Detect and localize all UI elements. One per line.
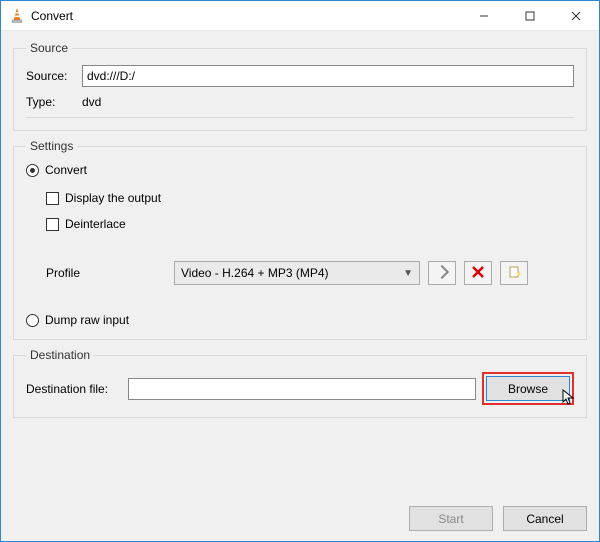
highlight-box: Browse	[482, 372, 574, 405]
new-file-icon	[507, 265, 521, 282]
destination-file-input[interactable]	[128, 378, 476, 400]
settings-legend: Settings	[26, 139, 77, 153]
type-value: dvd	[82, 95, 101, 109]
settings-group: Settings Convert Display the output Dein…	[13, 139, 587, 340]
convert-dialog: Convert Source Source: Type: dvd	[0, 0, 600, 542]
window-title: Convert	[31, 9, 461, 23]
window-buttons	[461, 1, 599, 30]
new-profile-button[interactable]	[500, 261, 528, 285]
radio-icon	[26, 314, 39, 327]
start-button[interactable]: Start	[409, 506, 493, 531]
source-label: Source:	[26, 69, 76, 83]
convert-radio[interactable]: Convert	[26, 163, 574, 177]
deinterlace-label: Deinterlace	[65, 217, 126, 231]
delete-icon	[472, 266, 484, 281]
dump-raw-radio[interactable]: Dump raw input	[26, 313, 574, 327]
profile-value: Video - H.264 + MP3 (MP4)	[181, 266, 329, 280]
edit-profile-button[interactable]	[428, 261, 456, 285]
footer-buttons: Start Cancel	[1, 502, 599, 541]
cancel-button[interactable]: Cancel	[503, 506, 587, 531]
deinterlace-checkbox[interactable]: Deinterlace	[46, 217, 574, 231]
chevron-down-icon: ▼	[403, 268, 413, 279]
display-output-checkbox[interactable]: Display the output	[46, 191, 574, 205]
dump-raw-label: Dump raw input	[45, 313, 129, 327]
close-button[interactable]	[553, 1, 599, 30]
delete-profile-button[interactable]	[464, 261, 492, 285]
divider	[26, 117, 574, 118]
destination-group: Destination Destination file: Browse	[13, 348, 587, 418]
profile-label: Profile	[46, 266, 166, 280]
type-label: Type:	[26, 95, 76, 109]
profile-select[interactable]: Video - H.264 + MP3 (MP4) ▼	[174, 261, 420, 285]
destination-legend: Destination	[26, 348, 94, 362]
vlc-icon	[9, 8, 25, 24]
source-legend: Source	[26, 41, 72, 55]
minimize-button[interactable]	[461, 1, 507, 30]
destination-file-label: Destination file:	[26, 382, 122, 396]
source-group: Source Source: Type: dvd	[13, 41, 587, 131]
display-output-label: Display the output	[65, 191, 161, 205]
browse-button[interactable]: Browse	[486, 376, 570, 401]
checkbox-icon	[46, 218, 59, 231]
tools-icon	[435, 265, 449, 282]
maximize-button[interactable]	[507, 1, 553, 30]
client-area: Source Source: Type: dvd Settings Conver…	[1, 31, 599, 502]
titlebar: Convert	[1, 1, 599, 31]
source-input[interactable]	[82, 65, 574, 87]
checkbox-icon	[46, 192, 59, 205]
radio-icon	[26, 164, 39, 177]
convert-radio-label: Convert	[45, 163, 87, 177]
